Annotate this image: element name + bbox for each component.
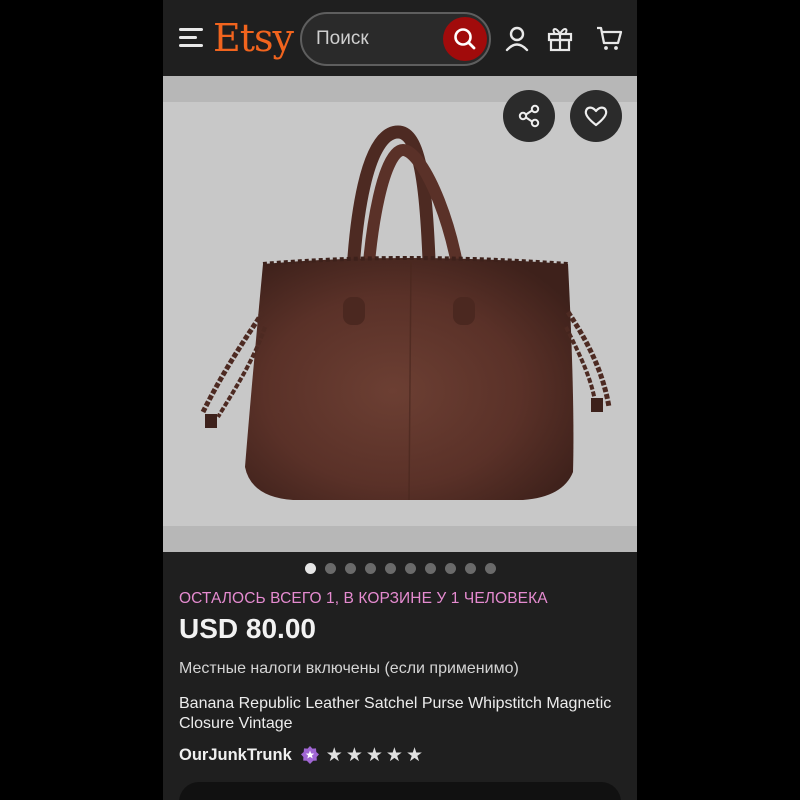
stock-notice: ОСТАЛОСЬ ВСЕГО 1, В КОРЗИНЕ У 1 ЧЕЛОВЕКА <box>179 590 548 607</box>
gallery-dot[interactable] <box>364 563 376 574</box>
phone-screen: Etsy Поиск ОСТАЛОСЬ ВСЕГО 1, В КОРЗИНЕ У… <box>163 0 637 800</box>
gallery-dot[interactable] <box>384 563 396 574</box>
gallery-dot[interactable] <box>424 563 436 574</box>
gift-icon[interactable] <box>546 24 574 52</box>
gallery-dot[interactable] <box>484 563 496 574</box>
listing-title: Banana Republic Leather Satchel Purse Wh… <box>179 695 612 732</box>
add-to-cart-button[interactable] <box>179 782 621 800</box>
star-seller-icon <box>300 746 319 764</box>
gallery-dot[interactable] <box>324 563 336 574</box>
tax-note: Местные налоги включены (если применимо) <box>179 660 519 677</box>
heart-icon <box>584 106 608 127</box>
search-bar <box>300 12 491 66</box>
rating-stars[interactable]: ★ ★ ★ ★ ★ <box>326 745 423 765</box>
favorite-button[interactable] <box>570 90 622 142</box>
star-icon: ★ <box>405 744 424 766</box>
gallery-dot[interactable] <box>464 563 476 574</box>
seller-name-link[interactable]: OurJunkTrunk <box>179 746 292 765</box>
product-image[interactable] <box>163 102 637 526</box>
menu-icon[interactable] <box>179 28 203 48</box>
search-input[interactable] <box>316 24 436 54</box>
seller-row: OurJunkTrunk ★ ★ ★ ★ ★ <box>179 744 423 766</box>
cart-icon[interactable] <box>595 24 623 52</box>
star-icon: ★ <box>345 744 363 766</box>
gallery-dot[interactable] <box>344 563 356 574</box>
gallery-dot[interactable] <box>444 563 456 574</box>
star-icon: ★ <box>325 744 343 766</box>
gallery-dot[interactable] <box>304 563 316 574</box>
product-image-gallery[interactable] <box>163 76 637 552</box>
share-button[interactable] <box>503 90 555 142</box>
etsy-logo[interactable]: Etsy <box>213 14 294 62</box>
search-icon <box>454 28 476 50</box>
header: Etsy <box>163 0 637 76</box>
gallery-pagination <box>163 563 637 575</box>
gallery-dot[interactable] <box>404 563 416 574</box>
star-icon: ★ <box>385 744 403 766</box>
search-button[interactable] <box>443 17 487 61</box>
share-icon <box>518 104 540 128</box>
star-icon: ★ <box>365 744 383 766</box>
account-icon[interactable] <box>503 24 531 52</box>
price: USD 80.00 <box>179 613 316 644</box>
